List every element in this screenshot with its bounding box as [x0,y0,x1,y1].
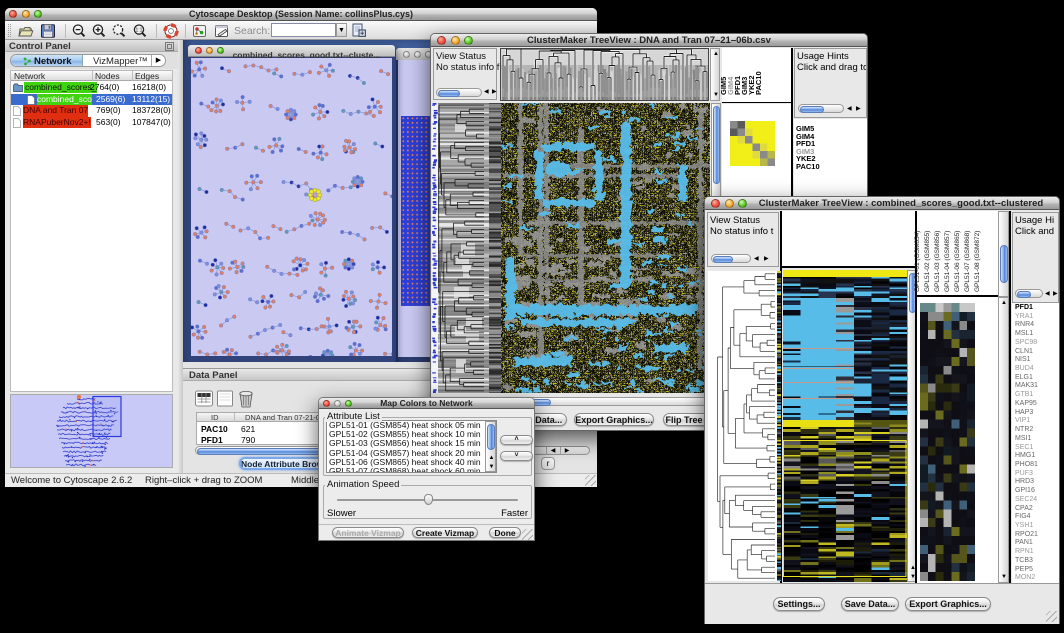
svg-text:1:1: 1:1 [136,28,143,34]
